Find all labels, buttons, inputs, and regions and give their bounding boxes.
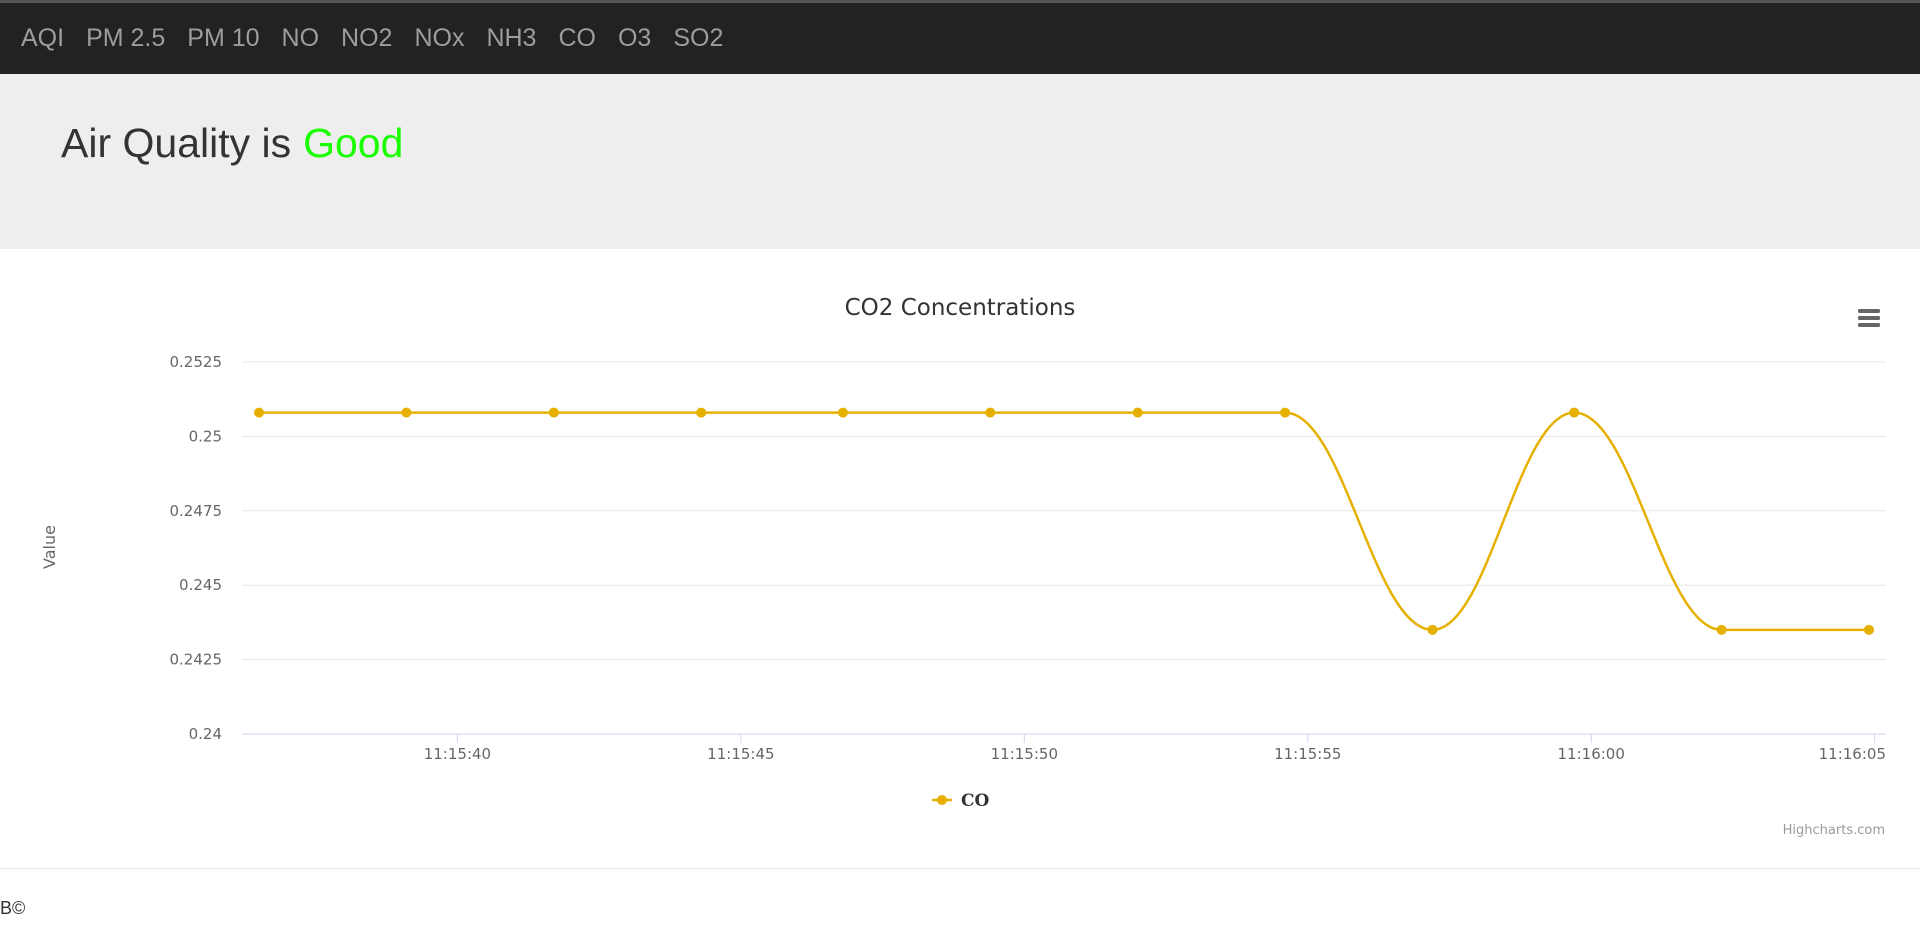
- x-tick-label: 11:16:00: [1558, 745, 1625, 763]
- x-tick-label: 11:15:45: [707, 745, 774, 763]
- menu-icon-bar: [1858, 316, 1880, 320]
- data-point[interactable]: [1716, 624, 1727, 635]
- data-point[interactable]: [1132, 407, 1143, 418]
- axes: 0.24 0.2425 0.245 0.2475 0.25 0.2525 11:15:40 1…: [170, 353, 1886, 763]
- highcharts-credits[interactable]: Highcharts.com: [1783, 823, 1885, 838]
- y-tick-label: 0.24: [189, 725, 222, 743]
- legend-label: CO: [961, 791, 990, 811]
- x-tick-label: 11:15:40: [424, 745, 491, 763]
- x-tick-label: 11:15:55: [1274, 745, 1341, 763]
- data-point[interactable]: [401, 407, 412, 418]
- hamburger-menu-icon[interactable]: [1854, 303, 1884, 331]
- series-layer: [254, 407, 1874, 635]
- chart-title: CO2 Concentrations: [845, 295, 1076, 321]
- data-point[interactable]: [696, 407, 707, 418]
- nav-list: AQI PM 2.5 PM 10 NO NO2 NOx NH3 CO O3 SO…: [0, 3, 1920, 74]
- data-point[interactable]: [548, 407, 559, 418]
- co2-chart: 0.24 0.2425 0.245 0.2475 0.25 0.2525 11:15:40 1…: [40, 295, 1886, 838]
- menu-icon-bar: [1858, 309, 1880, 313]
- air-quality-prefix: Air Quality is: [61, 120, 292, 166]
- nav-item-no2[interactable]: NO2: [330, 3, 403, 74]
- y-tick-label: 0.2475: [170, 502, 223, 520]
- grid-lines: [242, 361, 1886, 661]
- y-tick-label: 0.2425: [170, 651, 223, 669]
- y-tick-label: 0.2525: [170, 353, 223, 371]
- footer-divider: [0, 868, 1920, 869]
- nav-item-nh3[interactable]: NH3: [475, 3, 547, 74]
- y-tick-label: 0.245: [179, 576, 222, 594]
- legend-marker: [937, 795, 947, 805]
- menu-icon-bar: [1858, 323, 1880, 327]
- nav-item-aqi[interactable]: AQI: [10, 3, 75, 74]
- y-tick-label: 0.25: [189, 427, 222, 445]
- air-quality-banner: Air Quality is Good: [0, 74, 1920, 249]
- data-point[interactable]: [1280, 407, 1291, 418]
- data-point[interactable]: [254, 407, 265, 418]
- nav-item-so2[interactable]: SO2: [662, 3, 734, 74]
- data-point[interactable]: [1427, 624, 1438, 635]
- air-quality-status: Good: [303, 120, 404, 166]
- data-point[interactable]: [1863, 624, 1874, 635]
- data-point[interactable]: [985, 407, 996, 418]
- nav-item-nox[interactable]: NOx: [403, 3, 475, 74]
- y-axis-title: Value: [40, 525, 59, 569]
- x-tick-label: 11:15:50: [991, 745, 1058, 763]
- co-series-line: [257, 411, 1871, 632]
- legend[interactable]: CO: [932, 791, 990, 811]
- x-tick-label: 11:16:05: [1819, 745, 1886, 763]
- data-point[interactable]: [837, 407, 848, 418]
- chart-container: 0.24 0.2425 0.245 0.2475 0.25 0.2525 11:15:40 1…: [0, 249, 1920, 869]
- air-quality-headline: Air Quality is Good: [61, 120, 403, 167]
- nav-item-co[interactable]: CO: [547, 3, 607, 74]
- nav-item-pm10[interactable]: PM 10: [176, 3, 270, 74]
- nav-item-o3[interactable]: O3: [607, 3, 662, 74]
- top-navbar: AQI PM 2.5 PM 10 NO NO2 NOx NH3 CO O3 SO…: [0, 0, 1920, 74]
- data-point[interactable]: [1569, 407, 1580, 418]
- footer-text: B©: [0, 898, 26, 918]
- nav-item-pm25[interactable]: PM 2.5: [75, 3, 176, 74]
- nav-item-no[interactable]: NO: [271, 3, 331, 74]
